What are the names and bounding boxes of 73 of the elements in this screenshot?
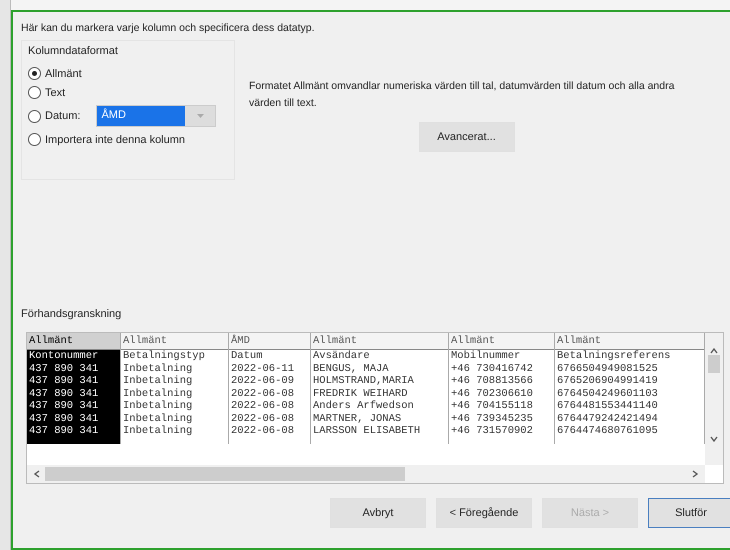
- horizontal-scrollbar[interactable]: [27, 465, 705, 483]
- preview-cell-text: Betalningsreferens: [556, 350, 672, 362]
- vertical-scrollbar[interactable]: [705, 333, 723, 465]
- column-type-header[interactable]: Allmänt: [449, 333, 554, 350]
- preview-cell-text: 6764479242421494: [556, 412, 659, 425]
- radio-button[interactable]: [28, 110, 41, 122]
- advanced-button[interactable]: Avancerat...: [418, 122, 514, 152]
- preview-cell-text: 2022-06-08: [230, 388, 296, 400]
- column-type-header[interactable]: ÅMD: [229, 333, 310, 350]
- wizard-button[interactable]: Slutför: [648, 498, 730, 528]
- wizard-button[interactable]: Avbryt: [330, 498, 426, 528]
- preview-cell-text: Inbetalning: [122, 400, 194, 412]
- format-description: Formatet Allmänt omvandlar numeriska värden till tal, datumvärden till datum och alla andra värden till text.: [249, 79, 676, 111]
- dropdown-arrow-icon: [196, 114, 204, 118]
- preview-cell-text: +46 739345235: [450, 412, 534, 425]
- preview-cell-text: MARTNER, JONAS: [312, 412, 402, 425]
- radio-button[interactable]: [28, 133, 41, 146]
- preview-cell-text: Datum: [230, 350, 264, 362]
- preview-cell-text: Inbetalning: [122, 412, 194, 425]
- scroll-down-icon[interactable]: [710, 435, 718, 443]
- radio-button[interactable]: [28, 67, 41, 80]
- preview-cell-text: 6766504949081525: [556, 362, 659, 375]
- scroll-right-icon[interactable]: [691, 470, 699, 478]
- radio-label[interactable]: Datum:: [45, 110, 80, 122]
- preview-cell-text: 2022-06-08: [230, 425, 296, 438]
- wizard-button[interactable]: < Föregående: [436, 498, 532, 528]
- scrollbar-thumb[interactable]: [45, 467, 405, 481]
- preview-cell-text: LARSSON ELISABETH: [312, 425, 422, 438]
- preview-cell-text: 437 890 341: [28, 388, 100, 400]
- column-type-header[interactable]: Allmänt: [27, 333, 120, 350]
- preview-cell-text: 6764474680761095: [556, 425, 659, 438]
- preview-cell-text: 2022-06-08: [230, 412, 296, 425]
- preview-cell-text: 437 890 341: [28, 400, 100, 412]
- preview-cell-text: Kontonummer: [28, 350, 100, 362]
- preview-cell-text: Betalningstyp: [122, 350, 206, 362]
- preview-cell-text: BENGUS, MAJA: [312, 362, 390, 375]
- preview-cell-text: Mobilnummer: [450, 350, 522, 362]
- preview-cell-text: +46 702306610: [450, 388, 534, 400]
- preview-cell-text: Inbetalning: [122, 388, 194, 400]
- scrollbar-thumb[interactable]: [708, 355, 720, 373]
- preview-title: Förhandsgranskning: [21, 308, 122, 320]
- radio-label[interactable]: Importera inte denna kolumn: [45, 134, 186, 146]
- preview-cell-text: HOLMSTRAND,MARIA: [312, 375, 415, 388]
- preview-cell-text: 2022-06-09: [230, 375, 296, 388]
- radio-label[interactable]: Text: [45, 86, 66, 98]
- preview-cell-text: Avsändare: [312, 350, 371, 362]
- preview-cell-text: 437 890 341: [28, 362, 100, 375]
- preview-cell-text: +46 708813566: [450, 375, 534, 388]
- radio-button[interactable]: [28, 86, 41, 99]
- preview-cell-text: 437 890 341: [28, 425, 100, 438]
- group-title: Kolumndataformat: [28, 45, 119, 57]
- scroll-up-icon[interactable]: [710, 347, 718, 355]
- preview-cell-text: 2022-06-11: [230, 362, 296, 375]
- instruction-text: Här kan du markera varje kolumn och specificera dess datatyp.: [21, 22, 316, 34]
- preview-cell-text: FREDRIK WEIHARD: [312, 388, 409, 400]
- column-type-header[interactable]: Allmänt: [121, 333, 228, 350]
- preview-cell-text: 437 890 341: [28, 375, 100, 388]
- preview-cell-text: +46 704155118: [450, 400, 534, 412]
- radio-label[interactable]: Allmänt: [45, 68, 82, 80]
- preview-cell-text: Anders Arfwedson: [312, 400, 415, 412]
- preview-cell-text: Inbetalning: [122, 362, 194, 375]
- preview-cell-text: 437 890 341: [28, 412, 100, 425]
- preview-cell-text: 6765206904991419: [556, 375, 659, 388]
- preview-cell-text: Inbetalning: [122, 425, 194, 438]
- preview-cell-text: +46 731570902: [450, 425, 534, 438]
- scroll-left-icon[interactable]: [33, 470, 41, 478]
- preview-cell-text: +46 730416742: [450, 362, 534, 375]
- preview-cell-text: 2022-06-08: [230, 400, 296, 412]
- preview-cell-text: 6764504249601103: [556, 388, 659, 400]
- column-type-header[interactable]: Allmänt: [311, 333, 448, 350]
- column-type-header[interactable]: Allmänt: [555, 333, 704, 350]
- preview-cell-text: Inbetalning: [122, 375, 194, 388]
- preview-cell-text: 6764481553441140: [556, 400, 659, 412]
